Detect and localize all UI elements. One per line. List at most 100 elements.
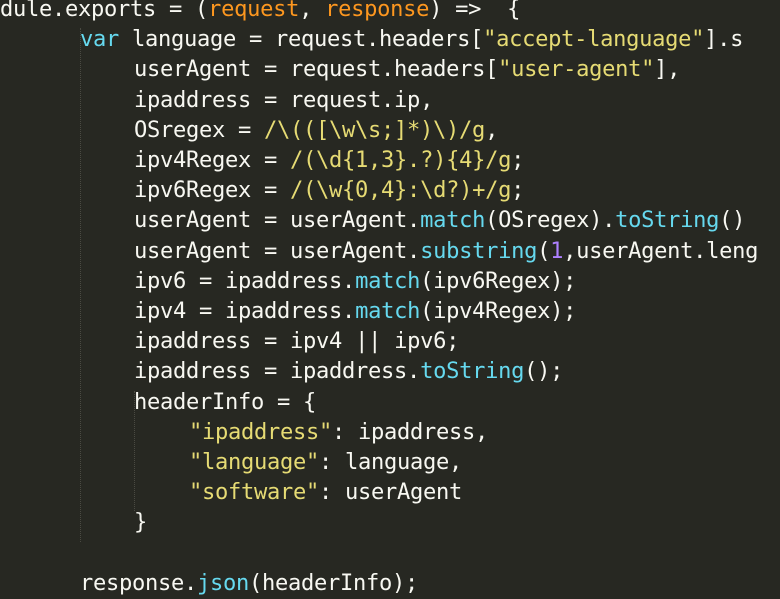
code-line: "ipaddress": ipaddress, — [189, 417, 488, 447]
code-token: (OSregex). — [485, 207, 616, 234]
code-token: () — [719, 207, 746, 234]
code-line: "language": language, — [189, 447, 462, 477]
code-token: = — [264, 86, 291, 113]
code-editor[interactable]: dule.exports = (request, response) => {v… — [0, 0, 780, 599]
code-token: ipv6; — [394, 328, 460, 355]
code-token: = — [264, 147, 291, 173]
code-token: OSregex — [134, 116, 239, 143]
code-token: = — [199, 267, 226, 294]
code-token: match — [355, 267, 421, 294]
code-token: ; — [511, 147, 525, 173]
code-token: } — [134, 509, 148, 536]
code-token: (); — [524, 358, 564, 385]
code-line: ipv6Regex = /(\w{0,4}:\d?)+/g; — [134, 175, 524, 205]
code-token: userAgent. — [290, 207, 421, 234]
code-token: = — [264, 328, 291, 355]
code-token: , — [299, 0, 326, 22]
code-token: dule.exports — [0, 0, 170, 22]
code-token: ipaddress. — [290, 358, 421, 385]
code-line: userAgent = userAgent.match(OSregex).toS… — [134, 205, 745, 235]
code-token: userAgent. — [290, 237, 421, 264]
code-token: ipaddress — [134, 328, 265, 355]
code-token: ipv4Regex — [134, 147, 265, 173]
code-line: headerInfo = { — [134, 387, 316, 417]
code-token: ( — [537, 237, 551, 264]
code-token: = — [238, 116, 265, 143]
code-token: language — [132, 26, 250, 53]
code-token: = — [277, 388, 304, 415]
code-token: ( — [195, 0, 209, 22]
code-token: ipaddress. — [225, 267, 356, 294]
code-token: userAgent — [134, 56, 265, 83]
code-token: ipv6Regex — [134, 177, 265, 204]
code-token: userAgent — [134, 237, 265, 264]
code-token: ) — [429, 0, 456, 22]
code-token: = — [264, 56, 291, 83]
code-line: userAgent = userAgent.substring(1,userAg… — [134, 236, 758, 266]
code-token: ipv4 — [134, 298, 200, 324]
code-line: ipaddress = ipv4 || ipv6; — [134, 326, 459, 356]
code-line: ipv4Regex = /(\d{1,3}.?){4}/g; — [134, 145, 524, 175]
code-token: ], — [654, 56, 681, 83]
code-token: json — [197, 569, 250, 596]
code-token: response — [325, 0, 430, 22]
code-line: "software": userAgent — [189, 477, 462, 507]
code-token: ,userAgent.leng — [563, 237, 759, 264]
code-token: ipaddress — [134, 86, 265, 113]
code-line: ipaddress = ipaddress.toString(); — [134, 356, 563, 386]
code-token: = — [249, 26, 276, 53]
code-token: var — [80, 26, 133, 53]
code-token: || — [355, 328, 395, 355]
code-token: ipaddress — [134, 358, 265, 385]
code-token: match — [355, 298, 421, 324]
code-token: (ipv4Regex); — [420, 298, 577, 324]
code-token: ; — [511, 177, 525, 204]
code-token: : userAgent — [319, 479, 463, 506]
code-token: /(\w{0,4}:\d?)+/g — [290, 177, 512, 204]
code-token: , — [485, 116, 499, 143]
code-token: => — [455, 0, 508, 22]
code-token: substring — [420, 237, 538, 264]
code-token: = — [264, 177, 291, 204]
code-token: "software" — [189, 479, 320, 506]
code-token: ipaddress. — [225, 298, 356, 324]
code-token: request.headers[ — [290, 56, 499, 83]
code-token: toString — [615, 207, 720, 234]
code-token: "ipaddress" — [189, 418, 333, 445]
code-line: } — [134, 507, 147, 537]
code-token: = — [264, 237, 291, 264]
code-token: : language, — [319, 449, 463, 475]
code-token: = — [264, 207, 291, 234]
code-token: = — [199, 298, 226, 324]
code-token: /\(([\w\s;]*)\)/g — [264, 116, 486, 143]
code-line: OSregex = /\(([\w\s;]*)\)/g, — [134, 115, 498, 145]
code-token: ipv6 — [134, 267, 200, 294]
code-token: toString — [420, 358, 525, 385]
indent-guide — [80, 28, 81, 542]
code-token: request — [208, 0, 300, 22]
code-token: (ipv6Regex); — [420, 267, 577, 294]
code-line: response.json(headerInfo); — [80, 568, 418, 598]
code-token: userAgent — [134, 207, 265, 234]
code-line: ipv6 = ipaddress.match(ipv6Regex); — [134, 266, 576, 296]
code-token: ipv4 — [290, 328, 356, 355]
code-token: = — [169, 0, 196, 22]
code-line: dule.exports = (request, response) => { — [0, 0, 520, 24]
code-token: request.ip, — [290, 86, 434, 113]
code-token: ].s — [704, 26, 744, 53]
code-line: var language = request.headers["accept-l… — [80, 24, 743, 54]
code-token: : ipaddress, — [332, 418, 489, 445]
code-token: request.headers[ — [275, 26, 484, 53]
code-line: ipv4 = ipaddress.match(ipv4Regex); — [134, 296, 576, 326]
code-token: = — [264, 358, 291, 385]
code-token: { — [507, 0, 521, 22]
code-token: response. — [80, 569, 198, 596]
code-line: ipaddress = request.ip, — [134, 85, 433, 115]
code-token: headerInfo — [134, 388, 278, 415]
code-token: "accept-language" — [483, 26, 705, 53]
code-token: { — [303, 388, 317, 415]
code-token: (headerInfo); — [249, 569, 419, 596]
code-line: userAgent = request.headers["user-agent"… — [134, 54, 680, 84]
code-token: "user-agent" — [498, 56, 655, 83]
code-token: /(\d{1,3}.?){4}/g — [290, 147, 512, 173]
